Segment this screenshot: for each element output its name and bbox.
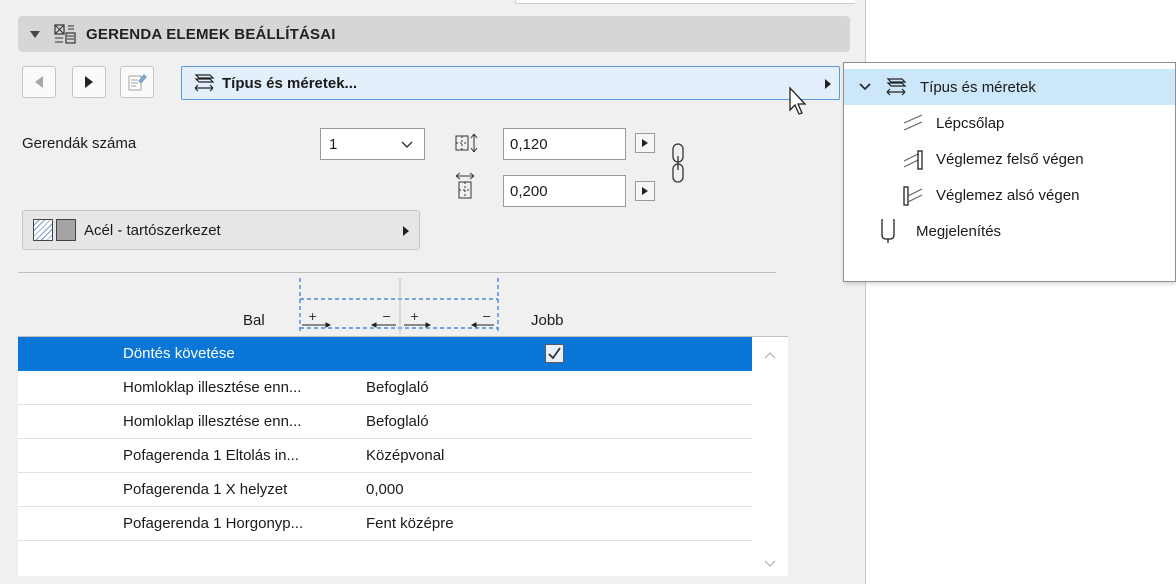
page-edit-icon xyxy=(128,74,147,91)
link-chain-icon[interactable] xyxy=(670,142,686,184)
stair-tread-icon xyxy=(903,114,923,131)
hatch-pattern-swatch xyxy=(33,219,53,241)
height-options-button[interactable] xyxy=(635,181,655,201)
material-arrow-icon xyxy=(403,226,409,236)
check-icon xyxy=(548,347,561,360)
width-options-button[interactable] xyxy=(635,133,655,153)
table-row[interactable]: Pofagerenda 1 Eltolás in... Középvonal xyxy=(18,439,752,473)
row-name: Döntés követése xyxy=(123,345,235,362)
menu-item-type-and-size[interactable]: Típus és méretek xyxy=(844,69,1175,105)
scroll-up-icon[interactable] xyxy=(763,350,777,360)
beam-count-select[interactable]: 1 xyxy=(320,128,425,160)
row-name: Pofagerenda 1 Eltolás in... xyxy=(123,447,299,464)
beam-height-field[interactable]: 0,200 xyxy=(503,175,626,207)
section-header[interactable]: GERENDA ELEMEK BEÁLLÍTÁSAI xyxy=(18,16,850,52)
svg-text:+: + xyxy=(410,310,419,323)
table-row[interactable]: Pofagerenda 1 Horgonyp... Fent középre xyxy=(18,507,752,541)
material-label: Acél - tartószerkezet xyxy=(84,221,221,239)
display-icon xyxy=(881,219,895,243)
right-column-label: Jobb xyxy=(531,312,564,329)
collapse-triangle-icon[interactable] xyxy=(30,30,40,38)
panel-title: GERENDA ELEMEK BEÁLLÍTÁSAI xyxy=(86,25,336,43)
left-column-label: Bal xyxy=(243,312,265,329)
beam-settings-panel: GERENDA ELEMEK BEÁLLÍTÁSAI Típus és mére… xyxy=(0,0,866,584)
row-value[interactable]: 0,000 xyxy=(366,481,404,498)
scroll-down-icon[interactable] xyxy=(763,559,777,569)
beam-count-label: Gerendák száma xyxy=(22,135,137,152)
table-row[interactable]: Döntés követése xyxy=(18,337,752,371)
menu-item-end-plate-top[interactable]: Véglemez felső végen xyxy=(844,141,1175,177)
beam-height-icon xyxy=(455,172,475,199)
beam-size-icon xyxy=(194,74,215,92)
chevron-down-icon xyxy=(859,83,871,91)
menu-item-label: Véglemez felső végen xyxy=(936,151,1084,168)
svg-text:−: − xyxy=(382,310,391,323)
offset-diagram: + − + − xyxy=(299,278,499,334)
row-name: Pofagerenda 1 X helyzet xyxy=(123,481,288,498)
svg-text:−: − xyxy=(482,310,491,323)
menu-item-label: Megjelenítés xyxy=(916,223,1002,240)
parameter-table: Döntés követése Homloklap illesztése enn… xyxy=(18,336,788,576)
svg-text:+: + xyxy=(308,310,317,323)
type-dropdown-label: Típus és méretek... xyxy=(222,74,358,92)
divider xyxy=(18,272,776,273)
follow-tilt-checkbox[interactable] xyxy=(545,344,564,363)
page-menu-popup: Típus és méretek Lépcsőlap Véglemez fels… xyxy=(843,62,1176,282)
row-value[interactable]: Befoglaló xyxy=(366,379,429,396)
table-row[interactable]: Pofagerenda 1 X helyzet 0,000 xyxy=(18,473,752,507)
beam-count-value: 1 xyxy=(329,135,338,153)
menu-item-stair-tread[interactable]: Lépcsőlap xyxy=(844,105,1175,141)
menu-item-end-plate-bottom[interactable]: Véglemez alsó végen xyxy=(844,177,1175,213)
row-name: Homloklap illesztése enn... xyxy=(123,413,302,430)
previous-button[interactable] xyxy=(22,66,56,98)
page-settings-button[interactable] xyxy=(120,66,154,98)
dropdown-arrow-icon xyxy=(825,79,831,89)
menu-item-display[interactable]: Megjelenítés xyxy=(844,213,1175,249)
beam-width-icon xyxy=(455,133,478,153)
table-row[interactable]: Homloklap illesztése enn... Befoglaló xyxy=(18,405,752,439)
end-plate-top-icon xyxy=(903,150,923,170)
top-strip xyxy=(515,0,855,4)
menu-item-label: Véglemez alsó végen xyxy=(936,187,1080,204)
end-plate-bottom-icon xyxy=(903,186,923,206)
chevron-down-icon xyxy=(401,141,413,148)
beam-size-icon xyxy=(886,78,907,96)
table-row[interactable]: Homloklap illesztése enn... Befoglaló xyxy=(18,371,752,405)
type-and-size-dropdown[interactable]: Típus és méretek... xyxy=(181,66,840,100)
menu-item-label: Lépcsőlap xyxy=(936,115,1005,132)
row-value[interactable]: Befoglaló xyxy=(366,413,429,430)
row-name: Homloklap illesztése enn... xyxy=(123,379,302,396)
fill-color-swatch xyxy=(56,219,76,241)
row-name: Pofagerenda 1 Horgonyp... xyxy=(123,515,304,532)
menu-item-label: Típus és méretek xyxy=(920,79,1036,96)
beam-elements-icon xyxy=(54,24,76,44)
next-button[interactable] xyxy=(72,66,106,98)
material-selector[interactable]: Acél - tartószerkezet xyxy=(22,210,420,250)
row-value[interactable]: Fent középre xyxy=(366,515,454,532)
beam-width-field[interactable]: 0,120 xyxy=(503,128,626,160)
mouse-cursor-icon xyxy=(789,86,807,115)
row-value[interactable]: Középvonal xyxy=(366,447,444,464)
